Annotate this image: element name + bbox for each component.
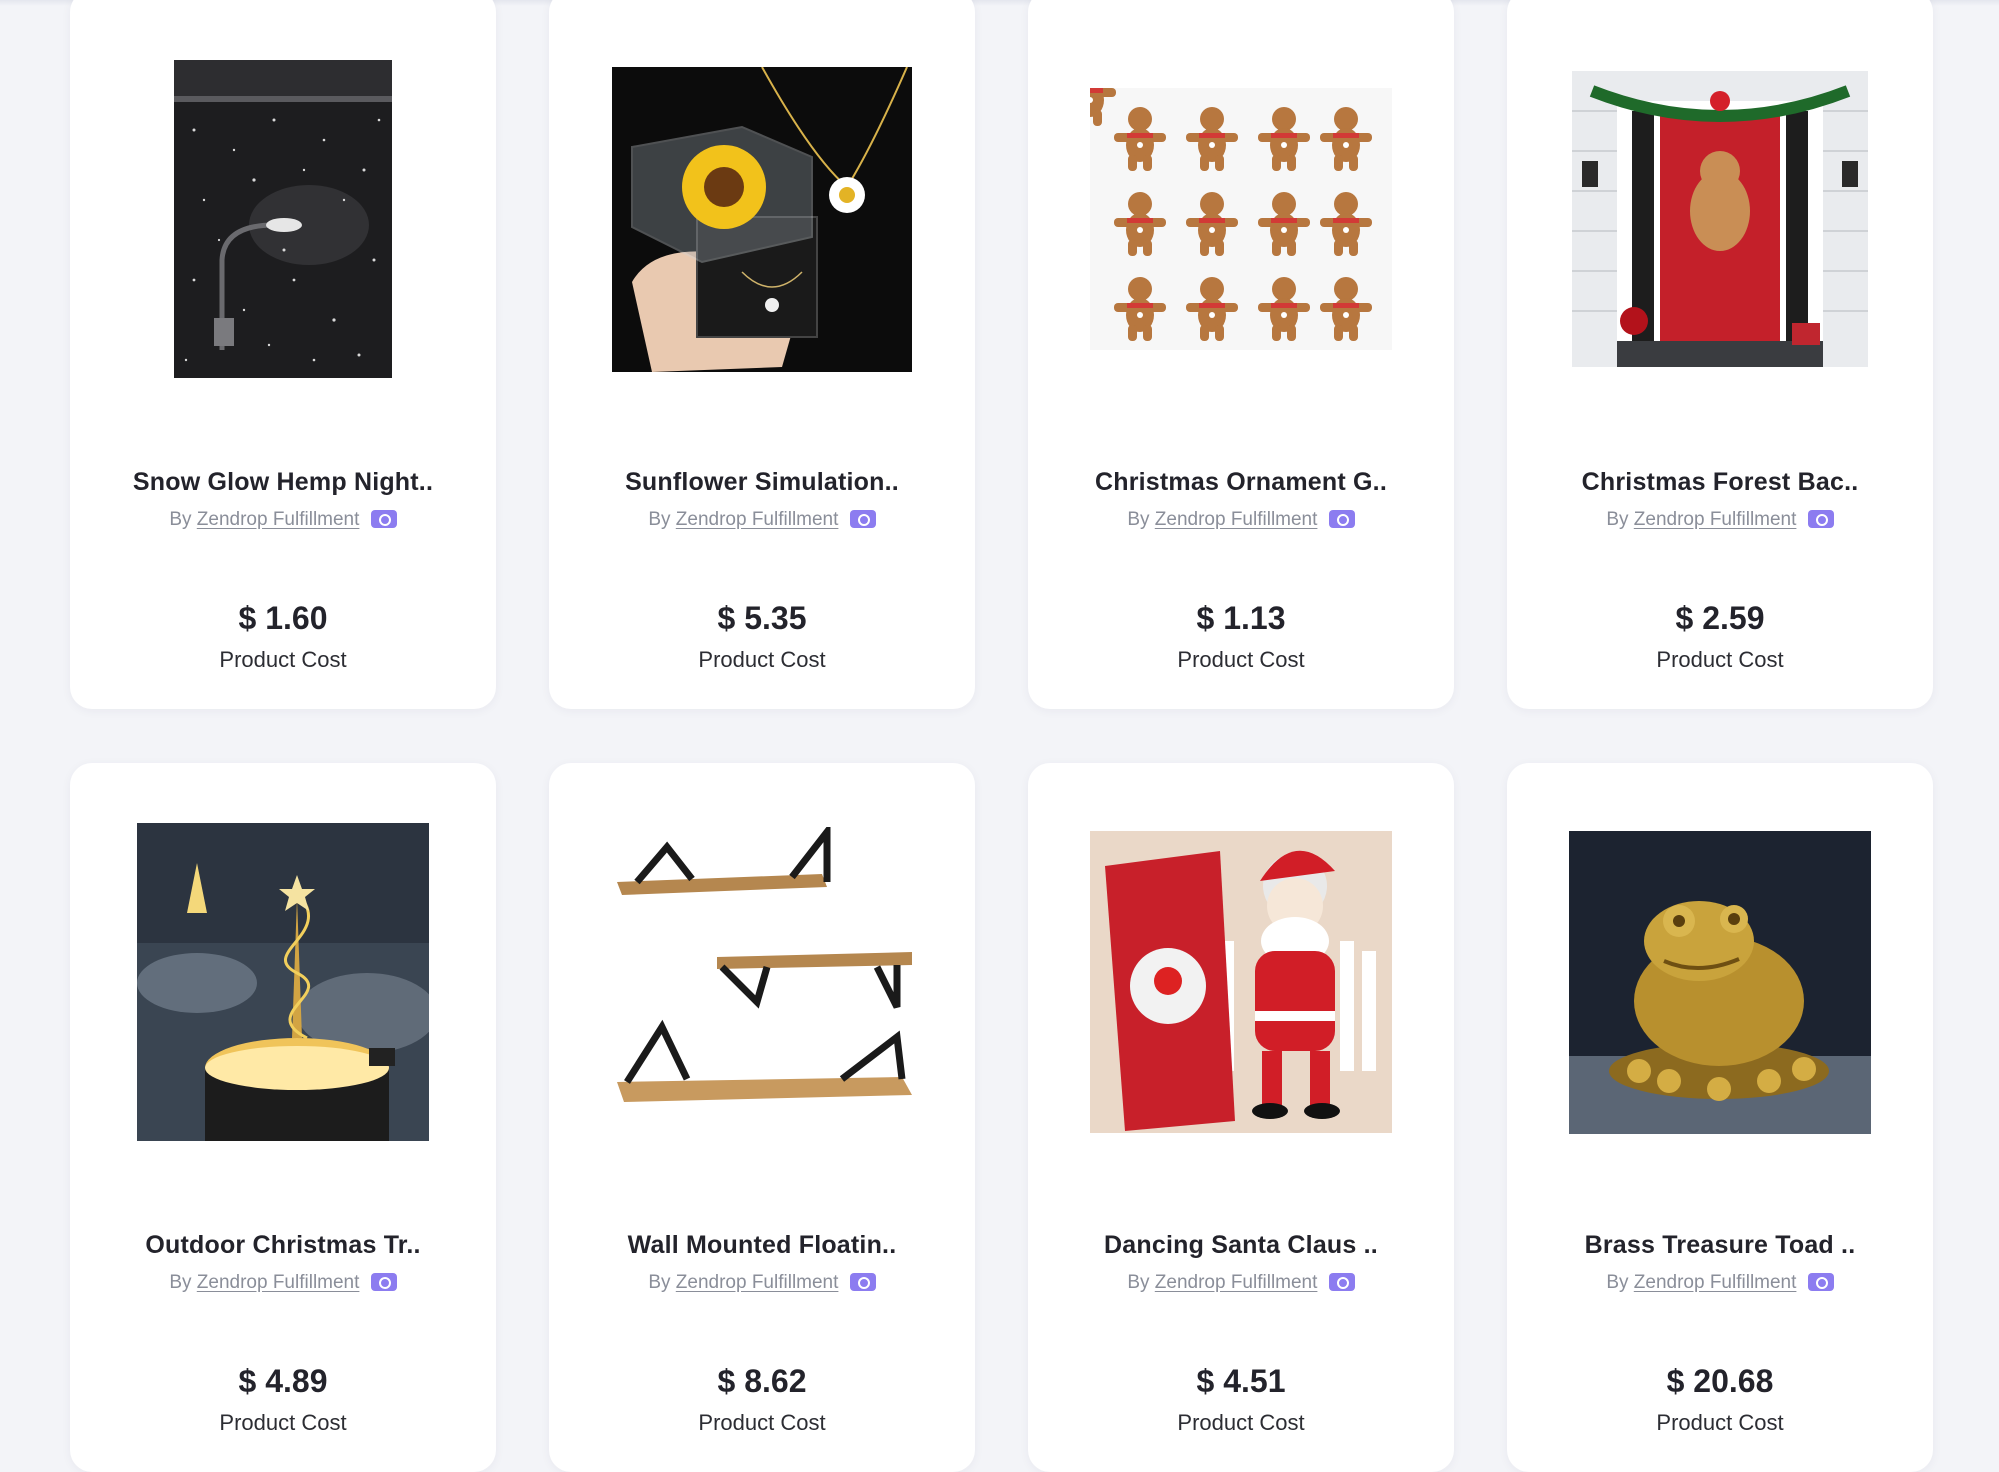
product-image[interactable]: [1028, 58, 1454, 380]
product-price: $ 20.68: [1666, 1363, 1774, 1399]
product-cost-label: Product Cost: [698, 1410, 826, 1435]
by-label: By: [169, 1272, 192, 1293]
product-image[interactable]: [1507, 58, 1933, 380]
product-price: $ 4.89: [238, 1363, 328, 1399]
snowy-streetlight-image: [174, 60, 392, 378]
by-label: By: [1127, 509, 1150, 530]
globe-badge-icon: [370, 510, 397, 528]
product-title[interactable]: Snow Glow Hemp Night..: [80, 468, 486, 497]
seller-link[interactable]: Zendrop Fulfillment: [676, 509, 839, 530]
globe-badge-icon: [1328, 510, 1355, 528]
by-label: By: [648, 509, 671, 530]
by-label: By: [1606, 509, 1629, 530]
globe-badge-icon: [370, 1273, 397, 1291]
product-image[interactable]: [70, 821, 496, 1143]
by-label: By: [1127, 1272, 1150, 1293]
product-card[interactable]: Wall Mounted Floatin.. By Zendrop Fulfil…: [549, 763, 975, 1472]
seller-byline: By Zendrop Fulfillment: [1507, 509, 1933, 531]
product-price: $ 4.51: [1196, 1363, 1286, 1399]
product-cost-label: Product Cost: [1656, 1410, 1784, 1435]
product-price: $ 5.35: [717, 600, 807, 636]
product-card[interactable]: Dancing Santa Claus .. By Zendrop Fulfil…: [1028, 763, 1454, 1472]
product-title[interactable]: Outdoor Christmas Tr..: [80, 1231, 486, 1260]
product-title[interactable]: Wall Mounted Floatin..: [559, 1231, 965, 1260]
christmas-door-image: [1572, 71, 1868, 367]
seller-link[interactable]: Zendrop Fulfillment: [197, 1272, 360, 1293]
product-grid: Snow Glow Hemp Night.. By Zendrop Fulfil…: [70, 0, 1933, 1472]
product-card[interactable]: Christmas Ornament G.. By Zendrop Fulfil…: [1028, 0, 1454, 709]
product-card[interactable]: Sunflower Simulation.. By Zendrop Fulfil…: [549, 0, 975, 709]
seller-byline: By Zendrop Fulfillment: [1507, 1272, 1933, 1294]
seller-link[interactable]: Zendrop Fulfillment: [1634, 509, 1797, 530]
product-card[interactable]: Christmas Forest Bac.. By Zendrop Fulfil…: [1507, 0, 1933, 709]
floating-shelves-image: [612, 827, 912, 1137]
seller-link[interactable]: Zendrop Fulfillment: [1155, 509, 1318, 530]
by-label: By: [648, 1272, 671, 1293]
globe-badge-icon: [849, 510, 876, 528]
product-cost-label: Product Cost: [698, 647, 826, 672]
product-cost-label: Product Cost: [1177, 647, 1305, 672]
seller-link[interactable]: Zendrop Fulfillment: [1634, 1272, 1797, 1293]
product-cost-label: Product Cost: [219, 647, 347, 672]
seller-link[interactable]: Zendrop Fulfillment: [1155, 1272, 1318, 1293]
product-price: $ 2.59: [1675, 600, 1765, 636]
by-label: By: [169, 509, 192, 530]
dancing-santa-image: [1090, 831, 1392, 1133]
outdoor-light-tree-image: [137, 823, 429, 1141]
product-card[interactable]: Snow Glow Hemp Night.. By Zendrop Fulfil…: [70, 0, 496, 709]
gingerbread-ornaments-image: [1090, 88, 1392, 350]
product-image[interactable]: [549, 821, 975, 1143]
product-title[interactable]: Christmas Forest Bac..: [1517, 468, 1923, 497]
sunflower-box-image: [612, 66, 912, 372]
product-title[interactable]: Sunflower Simulation..: [559, 468, 965, 497]
product-image[interactable]: [1028, 821, 1454, 1143]
product-card[interactable]: Brass Treasure Toad .. By Zendrop Fulfil…: [1507, 763, 1933, 1472]
globe-badge-icon: [849, 1273, 876, 1291]
product-price: $ 1.60: [238, 600, 328, 636]
product-cost-label: Product Cost: [1656, 647, 1784, 672]
by-label: By: [1606, 1272, 1629, 1293]
seller-byline: By Zendrop Fulfillment: [549, 509, 975, 531]
seller-byline: By Zendrop Fulfillment: [1028, 1272, 1454, 1294]
seller-byline: By Zendrop Fulfillment: [70, 509, 496, 531]
seller-link[interactable]: Zendrop Fulfillment: [197, 509, 360, 530]
seller-byline: By Zendrop Fulfillment: [549, 1272, 975, 1294]
product-image[interactable]: [1507, 821, 1933, 1143]
product-title[interactable]: Christmas Ornament G..: [1038, 468, 1444, 497]
globe-badge-icon: [1328, 1273, 1355, 1291]
brass-toad-image: [1569, 830, 1871, 1134]
seller-byline: By Zendrop Fulfillment: [1028, 509, 1454, 531]
seller-link[interactable]: Zendrop Fulfillment: [676, 1272, 839, 1293]
product-title[interactable]: Dancing Santa Claus ..: [1038, 1231, 1444, 1260]
product-cost-label: Product Cost: [1177, 1410, 1305, 1435]
product-cost-label: Product Cost: [219, 1410, 347, 1435]
globe-badge-icon: [1807, 510, 1834, 528]
product-title[interactable]: Brass Treasure Toad ..: [1517, 1231, 1923, 1260]
globe-badge-icon: [1807, 1273, 1834, 1291]
product-image[interactable]: [70, 58, 496, 380]
product-card[interactable]: Outdoor Christmas Tr.. By Zendrop Fulfil…: [70, 763, 496, 1472]
product-price: $ 1.13: [1196, 600, 1286, 636]
seller-byline: By Zendrop Fulfillment: [70, 1272, 496, 1294]
product-price: $ 8.62: [717, 1363, 807, 1399]
product-image[interactable]: [549, 58, 975, 380]
